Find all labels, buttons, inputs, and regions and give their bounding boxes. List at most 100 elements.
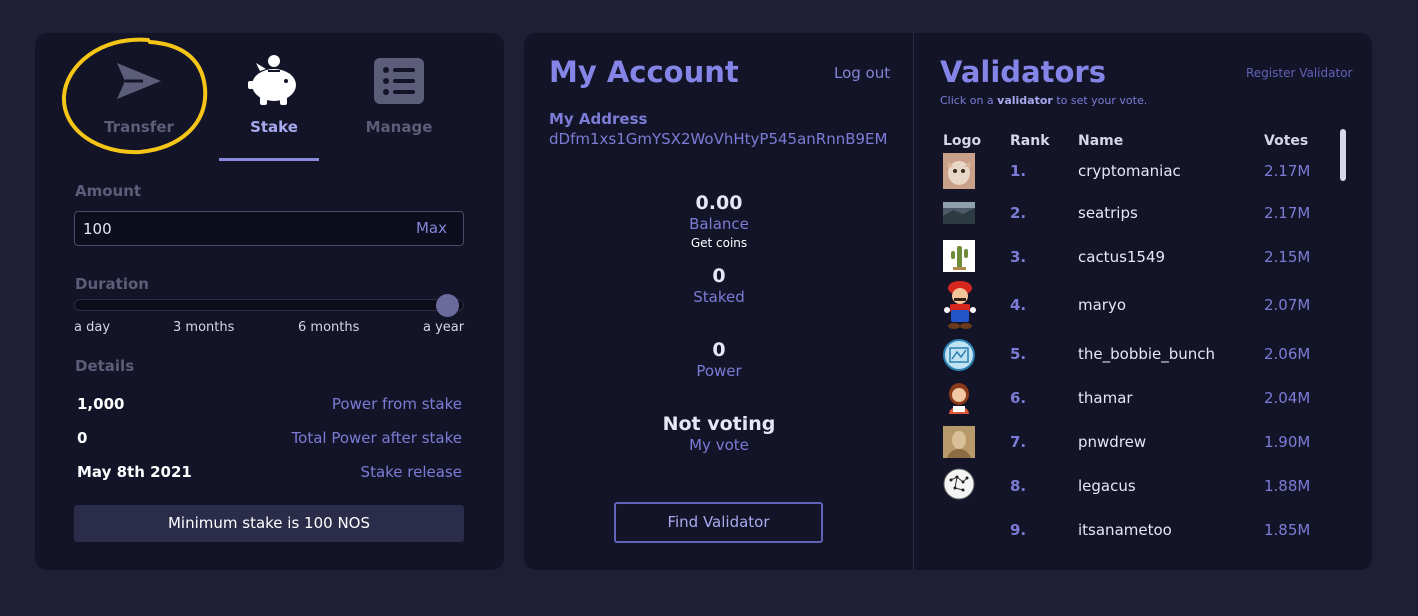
amount-field[interactable]: Max — [74, 211, 464, 246]
max-button[interactable]: Max — [416, 219, 447, 237]
validator-rank: 1. — [1010, 162, 1027, 180]
validator-row[interactable]: 9. itsanametoo 1.85M — [940, 521, 1330, 561]
validator-row[interactable]: 5. the_bobbie_bunch 2.06M — [940, 339, 1330, 385]
staked-stat: 0 Staked — [619, 265, 819, 306]
validator-rank: 2. — [1010, 204, 1027, 222]
validator-name: cryptomaniac — [1078, 162, 1181, 180]
validator-rank: 9. — [1010, 521, 1027, 539]
power-stat: 0 Power — [619, 339, 819, 380]
staked-label: Staked — [693, 288, 745, 306]
balance-value: 0.00 — [695, 192, 743, 214]
logout-link[interactable]: Log out — [834, 64, 890, 82]
validator-name: itsanametoo — [1078, 521, 1172, 539]
power-from-stake-value: 1,000 — [77, 395, 125, 413]
validator-votes: 2.06M — [1264, 345, 1311, 363]
validator-votes: 1.85M — [1264, 521, 1311, 539]
validator-row[interactable]: 1. cryptomaniac 2.17M — [940, 153, 1330, 202]
staked-value: 0 — [712, 265, 726, 287]
highlight-annotation — [61, 37, 208, 155]
account-validators-panel: My Account Log out My Address dDfm1xs1Gm… — [524, 33, 1372, 570]
vote-label: My vote — [689, 436, 749, 454]
validator-votes: 2.17M — [1264, 162, 1311, 180]
power-label: Power — [696, 362, 742, 380]
stake-release-label: Stake release — [360, 463, 462, 481]
validator-rank: 5. — [1010, 345, 1027, 363]
tab-manage[interactable]: Manage — [344, 53, 454, 136]
validator-name: seatrips — [1078, 204, 1138, 222]
power-from-stake-label: Power from stake — [331, 395, 462, 413]
find-validator-button[interactable]: Find Validator — [614, 502, 823, 543]
column-header-votes: Votes — [1264, 133, 1309, 149]
validator-votes: 2.07M — [1264, 296, 1311, 314]
address-label: My Address — [549, 110, 648, 128]
balance-label: Balance — [689, 215, 749, 233]
piggy-bank-icon — [219, 53, 329, 109]
duration-tick: a day — [74, 320, 111, 335]
total-power-value: 0 — [77, 429, 88, 447]
details-label: Details — [75, 357, 135, 375]
register-validator-link[interactable]: Register Validator — [1246, 66, 1352, 80]
panel-divider — [913, 33, 914, 570]
validator-name: cactus1549 — [1078, 248, 1166, 266]
list-icon — [344, 53, 454, 109]
amount-input[interactable] — [83, 212, 383, 245]
active-tab-indicator — [219, 158, 319, 161]
validator-rank: 4. — [1010, 296, 1027, 314]
validator-rank: 7. — [1010, 433, 1027, 451]
validator-rank: 8. — [1010, 477, 1027, 495]
validator-logo — [943, 382, 975, 414]
duration-tick: 3 months — [173, 320, 235, 335]
validator-row[interactable]: 7. pnwdrew 1.90M — [940, 426, 1330, 473]
column-header-name: Name — [1078, 133, 1124, 149]
validator-logo — [943, 202, 975, 224]
vote-value: Not voting — [662, 413, 776, 435]
validator-row[interactable]: 4. maryo 2.07M — [940, 281, 1330, 336]
validator-rank: 3. — [1010, 248, 1027, 266]
stake-panel: Transfer Stake Manage Amount 100 Max Dur… — [35, 33, 504, 570]
validator-row[interactable]: 8. legacus 1.88M — [940, 468, 1330, 517]
validator-row[interactable]: 3. cactus1549 2.15M — [940, 240, 1330, 288]
validator-logo — [943, 339, 975, 371]
validator-name: maryo — [1078, 296, 1127, 314]
amount-label: Amount — [75, 182, 142, 200]
duration-slider-thumb[interactable] — [436, 294, 459, 317]
validator-votes: 1.90M — [1264, 433, 1311, 451]
validator-votes: 2.04M — [1264, 389, 1311, 407]
tab-manage-label: Manage — [365, 118, 433, 136]
duration-tick: 6 months — [298, 320, 360, 335]
validator-logo — [943, 240, 975, 272]
power-value: 0 — [712, 339, 726, 361]
validator-row[interactable]: 6. thamar 2.04M — [940, 383, 1330, 429]
vote-stat: Not voting My vote — [619, 413, 819, 454]
stake-release-value: May 8th 2021 — [77, 463, 192, 481]
validator-votes: 2.17M — [1264, 204, 1311, 222]
account-title: My Account — [549, 55, 739, 89]
validator-logo — [943, 153, 975, 189]
validators-hint: Click on a validator to set your vote. — [940, 94, 1148, 107]
tab-stake-label: Stake — [250, 118, 298, 136]
balance-stat: 0.00 Balance Get coins — [619, 192, 819, 250]
validator-name: legacus — [1078, 477, 1136, 495]
column-header-logo: Logo — [943, 133, 982, 149]
validator-votes: 1.88M — [1264, 477, 1311, 495]
validator-rank: 6. — [1010, 389, 1027, 407]
get-coins-link[interactable]: Get coins — [619, 236, 819, 250]
validator-name: thamar — [1078, 389, 1133, 407]
column-header-rank: Rank — [1010, 133, 1050, 149]
address-value: dDfm1xs1GmYSX2WoVhHtyP545anRnnB9EM — [549, 130, 888, 148]
validator-logo — [943, 468, 975, 500]
validator-logo — [943, 426, 975, 458]
duration-tick: a year — [423, 320, 465, 335]
total-power-label: Total Power after stake — [291, 429, 462, 447]
validator-row[interactable]: 2. seatrips 2.17M — [940, 202, 1330, 244]
tab-stake[interactable]: Stake — [219, 53, 329, 161]
validator-name: pnwdrew — [1078, 433, 1147, 451]
validator-logo — [943, 280, 977, 330]
duration-slider-track[interactable] — [74, 299, 464, 311]
duration-label: Duration — [75, 275, 149, 293]
validator-votes: 2.15M — [1264, 248, 1311, 266]
validators-scrollbar[interactable] — [1340, 129, 1346, 181]
minimum-stake-notice: Minimum stake is 100 NOS — [74, 505, 464, 542]
validators-title: Validators — [940, 55, 1106, 89]
validator-name: the_bobbie_bunch — [1078, 345, 1216, 363]
